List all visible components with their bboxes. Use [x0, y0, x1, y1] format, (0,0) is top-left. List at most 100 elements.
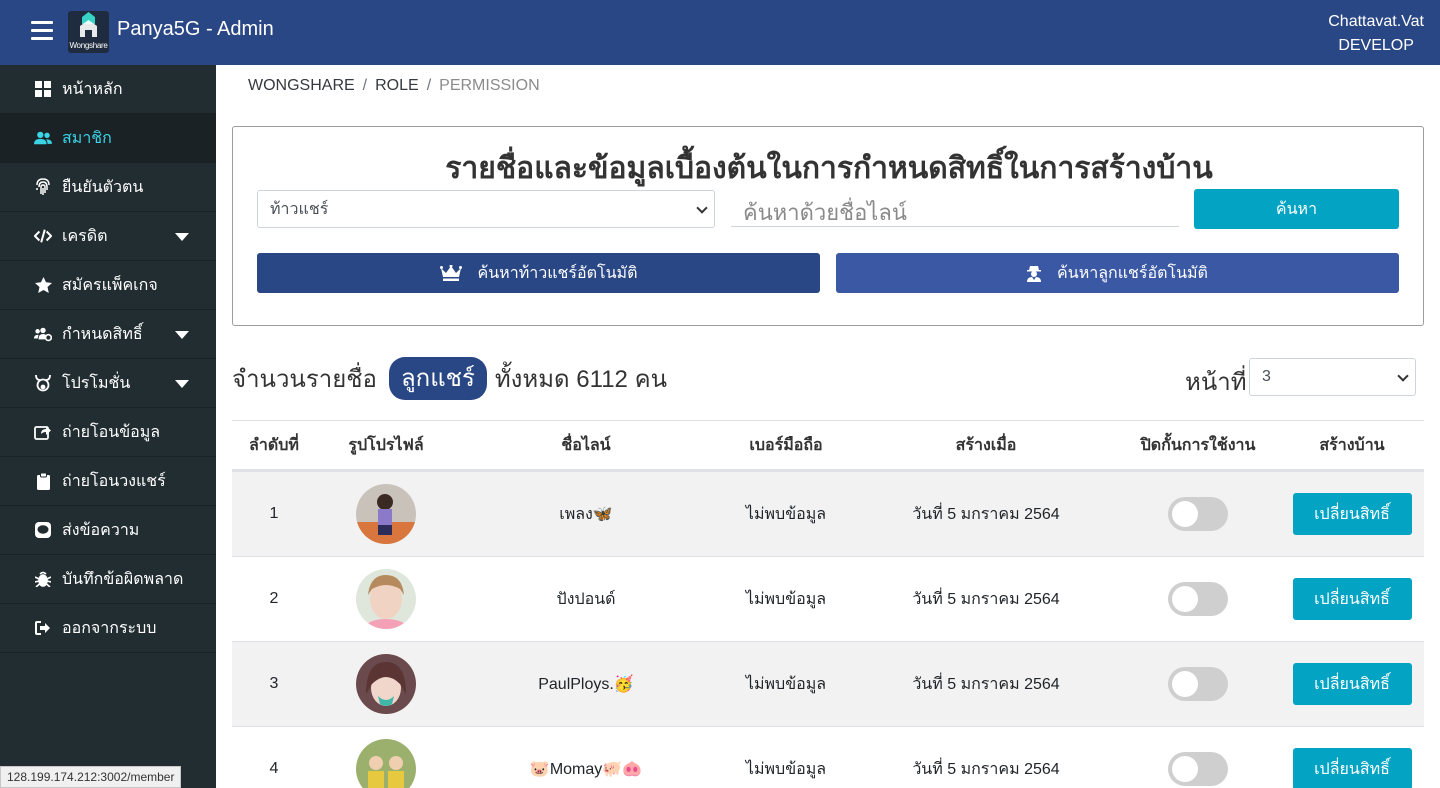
row-index: 2 [269, 590, 279, 607]
breadcrumb-item-role[interactable]: ROLE [375, 77, 419, 94]
clipboard-icon [34, 472, 52, 490]
row-index: 3 [269, 675, 279, 692]
member-type-badge: ลูกแชร์ [388, 357, 487, 400]
grid-icon [34, 80, 52, 98]
chevron-down-icon [1397, 370, 1409, 382]
search-button[interactable]: ค้นหา [1194, 189, 1399, 229]
block-toggle[interactable] [1168, 582, 1228, 616]
sidebar-item-label: ออกจากระบบ [62, 619, 157, 637]
role-select-value: ท้าวแชร์ [270, 200, 329, 218]
caret-down-icon [175, 380, 189, 388]
main-content: WONGSHARE / ROLE / PERMISSION รายชื่อและข้อม… [216, 65, 1440, 788]
role-select[interactable]: ท้าวแชร์ [257, 190, 715, 228]
sidebar-item-home[interactable]: หน้าหลัก [0, 65, 216, 114]
row-index: 4 [269, 760, 279, 777]
users-icon [34, 129, 52, 147]
member-count-summary: จำนวนรายชื่อ ลูกแชร์ ทั้งหมด 6112 คน [232, 357, 667, 400]
sidebar-item-verify[interactable]: ยืนยันตัวตน [0, 163, 216, 212]
column-header: ปิดกั้นการใช้งาน [1140, 436, 1256, 454]
sidebar-item-transfer-data[interactable]: ถ่ายโอนข้อมูล [0, 408, 216, 457]
sidebar-item-package[interactable]: สมัครแพ็คเกจ [0, 261, 216, 310]
sidebar-item-label: โปรโมชั่น [62, 374, 131, 392]
page-select-value: 3 [1262, 368, 1271, 385]
line-name: PaulPloys.🥳 [538, 676, 634, 693]
sidebar-item-error-log[interactable]: บันทึกข้อผิดพลาด [0, 555, 216, 604]
count-suffix: ทั้งหมด 6112 คน [494, 366, 668, 393]
user-menu[interactable]: Chattavat.Vat DEVELOP [1328, 10, 1424, 58]
breadcrumb-separator: / [362, 77, 368, 94]
line-name-search-input[interactable]: ค้นหาด้วยชื่อไลน์ [731, 193, 1179, 227]
code-icon [34, 227, 52, 245]
sidebar-item-permission[interactable]: กำหนดสิทธิ์ [0, 310, 216, 359]
chevron-down-icon [696, 202, 708, 214]
table-header: ลำดับที่ รูปโปรไฟล์ ชื่อไลน์ เบอร์มือถือ… [232, 420, 1424, 471]
sidebar-item-credit[interactable]: เครดิต [0, 212, 216, 261]
change-permission-button[interactable]: เปลี่ยนสิทธิ์ [1292, 663, 1412, 705]
sidebar-item-label: ถ่ายโอนวงแชร์ [62, 472, 166, 490]
created-date: วันที่ 5 มกราคม 2564 [912, 590, 1060, 608]
share-square-icon [34, 423, 52, 441]
breadcrumb-item-wongshare[interactable]: WONGSHARE [248, 77, 355, 94]
breadcrumb: WONGSHARE / ROLE / PERMISSION [248, 77, 540, 95]
page-label: หน้าที่ [1185, 369, 1247, 396]
sidebar-item-label: ส่งข้อความ [62, 521, 140, 539]
sidebar-item-label: ยืนยันตัวตน [62, 178, 144, 196]
users-cog-icon [34, 325, 52, 343]
sidebar-item-members[interactable]: สมาชิก [0, 114, 216, 163]
sidebar-item-label: บันทึกข้อผิดพลาด [62, 570, 184, 588]
change-permission-button[interactable]: เปลี่ยนสิทธิ์ [1292, 748, 1412, 788]
phone-number: ไม่พบข้อมูล [745, 675, 827, 693]
sidebar-item-message[interactable]: ส่งข้อความ [0, 506, 216, 555]
sidebar-item-label: สมัครแพ็คเกจ [62, 276, 158, 294]
change-permission-button[interactable]: เปลี่ยนสิทธิ์ [1292, 493, 1412, 535]
crown-icon [439, 265, 462, 281]
created-date: วันที่ 5 มกราคม 2564 [912, 675, 1060, 693]
members-table: ลำดับที่ รูปโปรไฟล์ ชื่อไลน์ เบอร์มือถือ… [232, 420, 1424, 788]
row-index: 1 [269, 505, 279, 522]
auto-search-member-button[interactable]: ค้นหาลูกแชร์อัตโนมัติ [836, 253, 1399, 293]
fingerprint-icon [34, 178, 52, 196]
sidebar-item-transfer-circle[interactable]: ถ่ายโอนวงแชร์ [0, 457, 216, 506]
breadcrumb-separator: / [426, 77, 432, 94]
line-chat-icon [34, 521, 52, 539]
brand-logo[interactable]: Wongshare [68, 11, 109, 53]
column-header: ชื่อไลน์ [561, 436, 611, 454]
column-header: รูปโปรไฟล์ [348, 436, 424, 454]
bull-icon [34, 374, 52, 392]
table-row: 1 เพลง🦋 ไม่พบข้อมูล วันที่ 5 มกราคม 2564… [232, 471, 1424, 556]
user-role: DEVELOP [1338, 37, 1414, 54]
user-secret-icon [1027, 265, 1042, 282]
page-select[interactable]: 3 [1249, 358, 1416, 396]
phone-number: ไม่พบข้อมูล [745, 760, 827, 778]
sidebar-item-label: สมาชิก [62, 129, 112, 147]
block-toggle[interactable] [1168, 497, 1228, 531]
breadcrumb-current: PERMISSION [439, 77, 540, 94]
avatar [356, 739, 416, 788]
phone-number: ไม่พบข้อมูล [745, 590, 827, 608]
block-toggle[interactable] [1168, 667, 1228, 701]
block-toggle[interactable] [1168, 752, 1228, 786]
sidebar-item-logout[interactable]: ออกจากระบบ [0, 604, 216, 653]
column-header: สร้างเมื่อ [955, 436, 1017, 454]
avatar [356, 569, 416, 629]
column-header: ลำดับที่ [249, 436, 299, 454]
avatar [356, 654, 416, 714]
table-row: 3 PaulPloys.🥳 ไม่พบข้อมูล วันที่ 5 มกราค… [232, 641, 1424, 726]
phone-number: ไม่พบข้อมูล [745, 505, 827, 523]
page-title: รายชื่อและข้อมูลเบื้องต้นในการกำหนดสิทธิ… [445, 152, 1213, 185]
sidebar-item-promotion[interactable]: โปรโมชั่น [0, 359, 216, 408]
line-name: เพลง🦋 [559, 505, 613, 523]
auto-search-host-button[interactable]: ค้นหาท้าวแชร์อัตโนมัติ [257, 253, 820, 293]
bug-icon [34, 570, 52, 588]
hamburger-menu-icon[interactable] [31, 21, 53, 41]
auto-search-host-label: ค้นหาท้าวแชร์อัตโนมัติ [477, 264, 638, 282]
table-row: 4 🐷Momay🐖🐽 ไม่พบข้อมูล วันที่ 5 มกราคม 2… [232, 726, 1424, 788]
column-header: เบอร์มือถือ [749, 436, 823, 454]
auto-search-member-label: ค้นหาลูกแชร์อัตโนมัติ [1057, 264, 1208, 282]
top-navbar: Wongshare Panya5G - Admin Chattavat.Vat … [0, 0, 1440, 65]
sidebar-item-label: เครดิต [62, 227, 108, 245]
line-name: 🐷Momay🐖🐽 [529, 761, 643, 778]
status-url-bar: 128.199.174.212:3002/member [0, 766, 182, 788]
sign-out-icon [34, 619, 52, 637]
change-permission-button[interactable]: เปลี่ยนสิทธิ์ [1292, 578, 1412, 620]
